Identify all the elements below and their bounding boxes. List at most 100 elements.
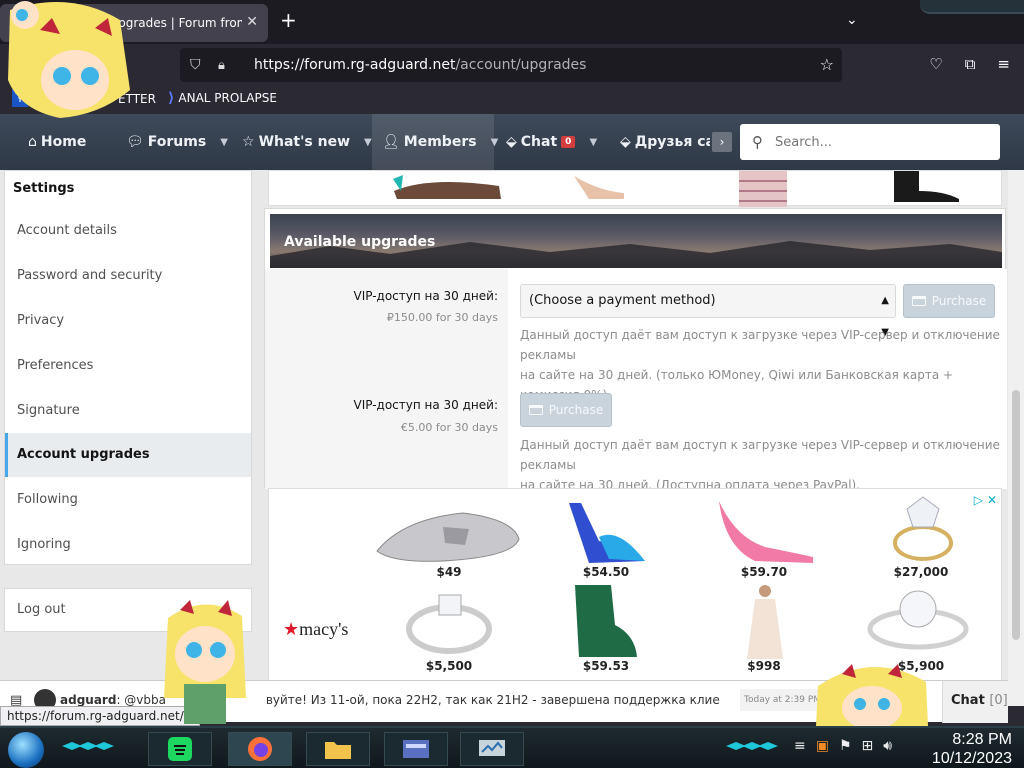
chevron-down-icon[interactable]: ▼ bbox=[491, 137, 499, 148]
purchase-button[interactable]: Purchase bbox=[520, 393, 612, 427]
start-button[interactable] bbox=[8, 732, 44, 768]
top-ad-banner[interactable] bbox=[268, 170, 1002, 207]
blue-heel-image bbox=[569, 503, 645, 563]
bookmarks-bar: MF T ETTER ⟩ ANAL PROLAPSE bbox=[0, 86, 1024, 114]
purchase-button[interactable]: Purchase bbox=[903, 284, 995, 318]
network-icon[interactable]: ⊞ bbox=[862, 738, 874, 754]
heel-image bbox=[574, 176, 624, 199]
chevron-down-icon[interactable]: ▼ bbox=[364, 137, 372, 148]
toolbar-icons: ♡ ⧉ ≡ bbox=[929, 55, 1010, 73]
dress-image bbox=[739, 171, 787, 207]
search-input[interactable] bbox=[775, 134, 975, 150]
nav-forums[interactable]: 💬︎ Forums ▼ bbox=[126, 134, 228, 150]
green-boot-image bbox=[575, 585, 637, 657]
ad-price: $59.53 bbox=[582, 659, 630, 673]
star-icon: ☆ bbox=[242, 134, 255, 150]
sidebar-item-preferences[interactable]: Preferences bbox=[5, 344, 251, 388]
nav-scroll-right-button[interactable]: › bbox=[712, 132, 732, 152]
flag-icon[interactable]: ⚑ bbox=[839, 738, 852, 754]
url-text[interactable]: https://forum.rg-adguard.net/account/upg… bbox=[254, 57, 586, 73]
brand-icon: ⟩ bbox=[168, 90, 175, 106]
payment-method-select[interactable]: (Choose a payment method) ▲ ▼ bbox=[520, 284, 896, 338]
plan-label: VIP-доступ на 30 дней: bbox=[353, 289, 498, 303]
cartoon-sticker-image bbox=[164, 600, 246, 724]
available-upgrades-block: Available upgrades VIP-доступ на 30 дней… bbox=[264, 208, 1007, 492]
monitor-icon bbox=[479, 740, 505, 756]
taskbar-decoration bbox=[62, 742, 114, 750]
plan-description: Данный доступ даёт вам доступ к загрузке… bbox=[520, 438, 1000, 492]
sidebar-item-following[interactable]: Following bbox=[5, 478, 251, 522]
tag-icon: ⬙ bbox=[506, 134, 517, 150]
system-tray: ≡ ▣ ⚑ ⊞ 🔊︎ bbox=[794, 738, 892, 754]
plan-price: €5.00 for 30 days bbox=[400, 421, 498, 434]
page-scrollbar[interactable] bbox=[1008, 170, 1024, 706]
adchoices-icon[interactable]: ▷ ✕ bbox=[974, 493, 997, 507]
chevron-down-icon[interactable]: ▼ bbox=[589, 137, 597, 148]
nav-members[interactable]: 👤︎ Members ▼ bbox=[382, 134, 498, 150]
tag-icon: ⬙ bbox=[620, 134, 631, 150]
dress-model-image bbox=[747, 585, 783, 659]
taskbar-app-monitor[interactable] bbox=[460, 732, 524, 766]
ad-price: $27,000 bbox=[893, 565, 949, 579]
browser-nav-bar: ← ⛉ 🔒︎ https://forum.rg-adguard.net/acco… bbox=[0, 44, 1024, 86]
taskbar-app-explorer[interactable] bbox=[306, 732, 370, 766]
ad-price: $5,500 bbox=[425, 659, 473, 673]
shield-icon[interactable]: ⛉ bbox=[190, 57, 210, 73]
taskbar-decoration bbox=[726, 742, 778, 750]
ad-price: $59.70 bbox=[740, 565, 788, 579]
bookmark-item[interactable]: ⟩ ANAL PROLAPSE bbox=[168, 90, 277, 106]
nav-friends[interactable]: ⬙ Друзья сай bbox=[620, 134, 710, 150]
diamond-ring-image bbox=[893, 496, 953, 561]
bookmark-star-icon[interactable]: ☆ bbox=[820, 55, 834, 74]
nav-home[interactable]: ⌂ Home bbox=[28, 134, 86, 150]
taskbar-app-spotify[interactable] bbox=[148, 732, 212, 766]
page-content: Settings Account details Password and se… bbox=[0, 170, 1008, 706]
nav-whats-new[interactable]: ☆ What's new ▼ bbox=[242, 134, 372, 150]
folder-icon bbox=[325, 742, 351, 759]
plan-price: ₽150.00 for 30 days bbox=[386, 311, 498, 324]
menu-icon[interactable]: ≡ bbox=[997, 55, 1010, 73]
ad-price: $49 bbox=[436, 565, 462, 579]
sidebar-item-account-details[interactable]: Account details bbox=[5, 209, 251, 253]
search-box[interactable]: ⚲ bbox=[740, 124, 1000, 160]
pink-pump-image bbox=[719, 501, 813, 563]
upgrades-header: Available upgrades bbox=[270, 214, 1002, 268]
lock-icon[interactable]: 🔒︎ bbox=[218, 58, 238, 73]
tray-app-icon[interactable]: ▣ bbox=[816, 738, 829, 754]
hidden-icons-icon[interactable]: ≡ bbox=[794, 738, 806, 754]
taskbar-clock[interactable]: 8:28 PM 10/12/2023 bbox=[932, 730, 1012, 768]
sidebar-item-ignoring[interactable]: Ignoring bbox=[5, 523, 251, 567]
chevron-down-icon[interactable]: ▼ bbox=[220, 137, 228, 148]
close-tab-icon[interactable]: ✕ bbox=[246, 14, 258, 30]
ad-price: $998 bbox=[747, 659, 781, 673]
volume-icon[interactable]: 🔊︎ bbox=[883, 738, 892, 754]
sandal-image bbox=[393, 175, 501, 199]
tab-list-chevron-icon[interactable]: ⌄ bbox=[846, 12, 858, 28]
sidebar-heading: Settings bbox=[13, 181, 75, 196]
browser-tab-bar: t upgrades | Forum from ✕ + ⌄ bbox=[0, 0, 1024, 44]
taskbar-app-firefox[interactable] bbox=[228, 732, 292, 766]
upgrades-label-column: VIP-доступ на 30 дней: ₽150.00 for 30 da… bbox=[265, 269, 508, 489]
chat-timestamp: Today at 2:39 PM bbox=[740, 689, 820, 711]
search-icon: ⚲ bbox=[752, 133, 763, 151]
sidebar-item-privacy[interactable]: Privacy bbox=[5, 299, 251, 343]
chat-toggle-button[interactable]: Chat [0] bbox=[942, 681, 1008, 723]
address-bar[interactable]: ⛉ 🔒︎ https://forum.rg-adguard.net/accoun… bbox=[180, 48, 842, 82]
comments-icon: 💬︎ bbox=[126, 134, 144, 150]
pocket-icon[interactable]: ♡ bbox=[929, 55, 942, 73]
extensions-icon[interactable]: ⧉ bbox=[965, 55, 976, 73]
nav-chat[interactable]: ⬙ Chat 0 ▼ bbox=[506, 134, 597, 150]
cartoon-sticker-image bbox=[816, 664, 928, 726]
sidebar-item-account-upgrades[interactable]: Account upgrades bbox=[5, 433, 251, 477]
ad-price: $54.50 bbox=[582, 565, 630, 579]
scrollbar-thumb[interactable] bbox=[1012, 390, 1020, 640]
taskbar-app-panel[interactable] bbox=[384, 732, 448, 766]
macys-logo: ★macy's bbox=[283, 619, 349, 639]
boot-image bbox=[894, 171, 959, 202]
chat-message: adguard: @vbba вуйте! Из 11-ой, пока 22H… bbox=[60, 693, 720, 707]
sidebar-item-signature[interactable]: Signature bbox=[5, 389, 251, 433]
silver-loafer-image bbox=[376, 512, 520, 562]
new-tab-icon[interactable]: + bbox=[280, 10, 297, 30]
sidebar-item-password-security[interactable]: Password and security bbox=[5, 254, 251, 298]
chat-badge: 0 bbox=[561, 136, 576, 148]
